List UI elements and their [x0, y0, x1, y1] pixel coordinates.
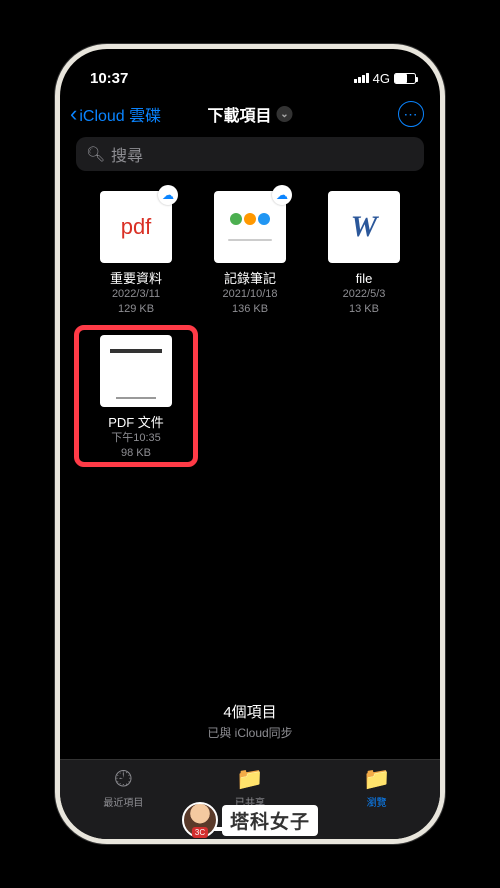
navigation-bar: ‹ iCloud 雲碟 下載項目 ⌄ ⋯: [60, 93, 440, 133]
footer-info: 4個項目 已與 iCloud同步: [60, 701, 440, 741]
file-size: 98 KB: [121, 446, 151, 461]
phone-frame: 10:37 4G ‹ iCloud 雲碟 下載項目 ⌄ ⋯ 🔍︎ 搜尋 pdf …: [55, 44, 445, 844]
notch: [170, 49, 330, 77]
status-indicators: 4G: [354, 71, 416, 86]
tab-browse[interactable]: 📁 瀏覽: [313, 766, 440, 839]
file-size: 136 KB: [232, 302, 268, 317]
status-time: 10:37: [90, 70, 128, 87]
file-thumbnail: [100, 335, 172, 407]
sync-status: 已與 iCloud同步: [60, 724, 440, 741]
file-item-highlighted[interactable]: PDF 文件 下午10:35 98 KB: [84, 335, 188, 461]
file-size: 129 KB: [118, 302, 154, 317]
battery-icon: [394, 73, 416, 84]
tab-label: 最近項目: [103, 794, 143, 809]
watermark-avatar-icon: 3C: [182, 802, 218, 838]
file-name: 記錄筆記: [224, 271, 276, 287]
tab-label: 瀏覽: [367, 794, 387, 809]
back-button[interactable]: ‹ iCloud 雲碟: [70, 101, 161, 127]
tab-recent[interactable]: 🕘︎ 最近項目: [60, 766, 187, 839]
file-size: 13 KB: [349, 302, 379, 317]
file-date: 2021/10/18: [222, 287, 277, 302]
shared-folder-icon: 📁: [236, 766, 263, 792]
cloud-download-icon: ☁︎: [158, 185, 178, 205]
cloud-download-icon: ☁︎: [272, 185, 292, 205]
file-name: PDF 文件: [108, 415, 164, 431]
watermark-text: 塔科女子: [222, 805, 318, 836]
search-icon: 🔍︎: [86, 145, 105, 163]
file-item[interactable]: pdf ☁︎ 重要資料 2022/3/11 129 KB: [84, 191, 188, 317]
file-date: 2022/5/3: [343, 287, 386, 302]
file-name: file: [356, 271, 373, 287]
chevron-left-icon: ‹: [70, 101, 77, 127]
chevron-down-icon: ⌄: [277, 106, 293, 122]
file-date: 2022/3/11: [112, 287, 160, 302]
back-label: iCloud 雲碟: [79, 102, 161, 126]
search-placeholder: 搜尋: [111, 142, 143, 166]
file-name: 重要資料: [110, 271, 162, 287]
signal-icon: [354, 73, 369, 83]
more-options-button[interactable]: ⋯: [398, 101, 424, 127]
file-grid: pdf ☁︎ 重要資料 2022/3/11 129 KB ☁︎ 記錄筆記 202…: [60, 185, 440, 462]
file-thumbnail: W: [328, 191, 400, 263]
network-label: 4G: [373, 71, 390, 86]
item-count: 4個項目: [60, 701, 440, 722]
file-item[interactable]: ☁︎ 記錄筆記 2021/10/18 136 KB: [198, 191, 302, 317]
page-title[interactable]: 下載項目 ⌄: [207, 102, 292, 126]
file-thumbnail: pdf ☁︎: [100, 191, 172, 263]
clock-icon: 🕘︎: [115, 766, 132, 792]
file-thumbnail: ☁︎: [214, 191, 286, 263]
watermark-badge: 3C: [192, 827, 208, 838]
ellipsis-icon: ⋯: [404, 106, 419, 123]
file-item[interactable]: W file 2022/5/3 13 KB: [312, 191, 416, 317]
watermark: 3C 塔科女子: [182, 802, 318, 838]
folder-icon: 📁: [363, 766, 390, 792]
file-date: 下午10:35: [111, 431, 161, 446]
search-input[interactable]: 🔍︎ 搜尋: [76, 137, 424, 171]
